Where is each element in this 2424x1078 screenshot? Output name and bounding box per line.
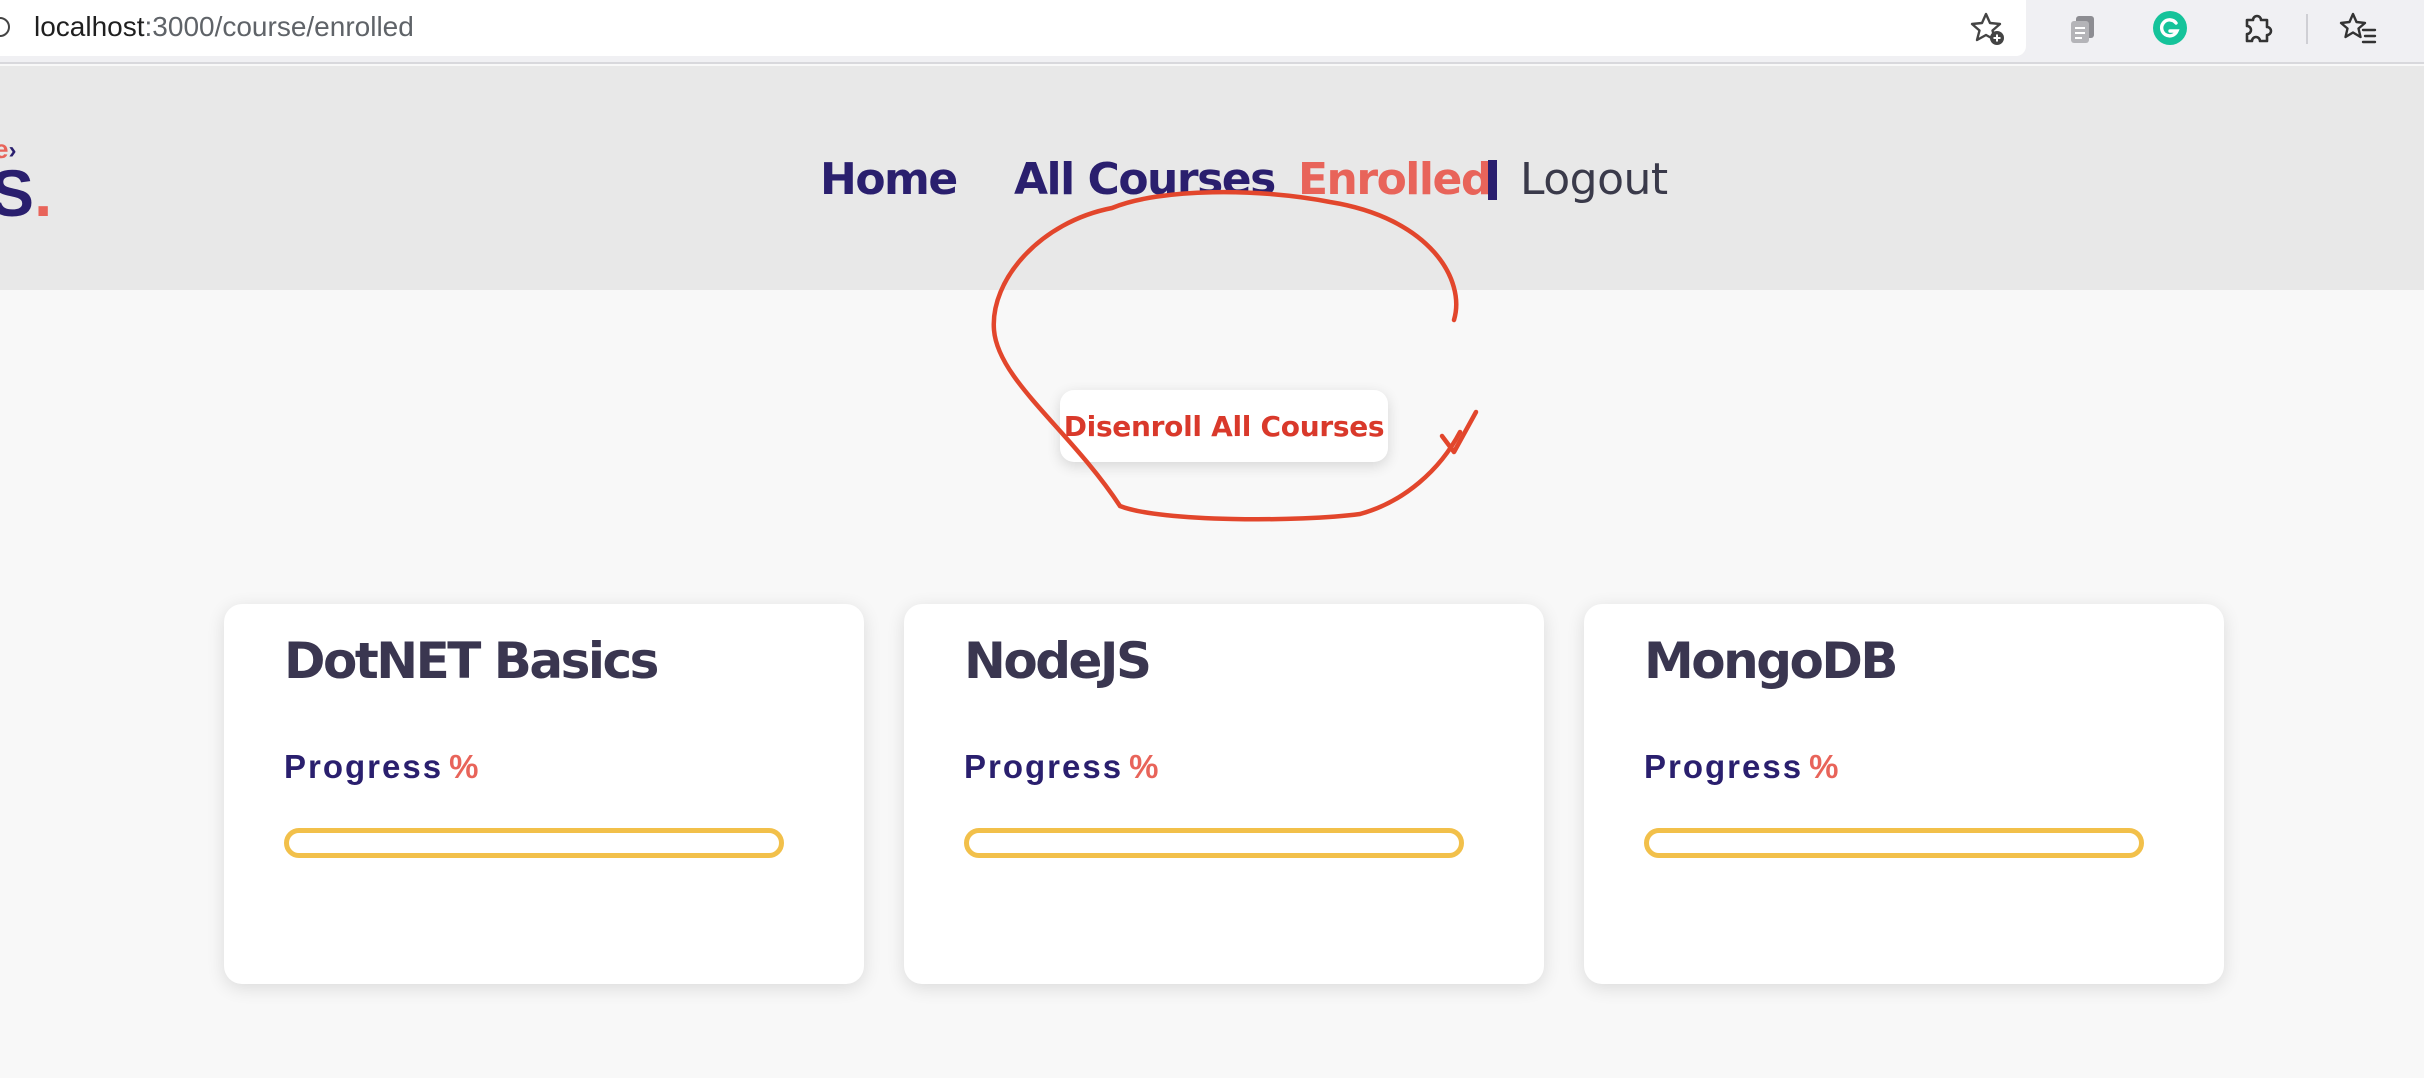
nav-all-courses[interactable]: All Courses	[1014, 150, 1276, 210]
site-logo[interactable]: e› S.	[0, 136, 53, 230]
nav-logout[interactable]: Logout	[1520, 150, 1668, 210]
browser-toolbar: localhost:3000/course/enrolled	[0, 0, 2424, 64]
course-title: DotNET Basics	[284, 632, 659, 690]
puzzle-extensions-icon[interactable]	[2238, 8, 2278, 48]
course-title: MongoDB	[1644, 632, 1898, 690]
course-card[interactable]: NodeJS Progress%	[904, 604, 1544, 984]
logo-wordmark: S.	[0, 156, 53, 230]
progress-label: Progress%	[284, 748, 481, 785]
add-bookmark-icon[interactable]	[1968, 8, 2008, 48]
progress-bar	[1644, 828, 2144, 858]
nav-divider	[1488, 160, 1497, 200]
site-info-icon[interactable]	[0, 17, 10, 37]
extension-icon[interactable]	[2064, 8, 2104, 48]
url-text[interactable]: localhost:3000/course/enrolled	[34, 8, 414, 46]
nav-enrolled[interactable]: Enrolled	[1298, 150, 1492, 210]
toolbar-separator	[2306, 14, 2308, 44]
site-header: e› S. Home All Courses Enrolled Logout	[0, 66, 2424, 290]
favorites-icon[interactable]	[2338, 8, 2378, 48]
progress-label: Progress%	[1644, 748, 1841, 785]
course-card[interactable]: MongoDB Progress%	[1584, 604, 2224, 984]
grammarly-icon[interactable]	[2150, 8, 2190, 48]
nav-home[interactable]: Home	[820, 150, 958, 210]
progress-bar	[964, 828, 1464, 858]
disenroll-all-button[interactable]: Disenroll All Courses	[1060, 390, 1388, 462]
progress-label: Progress%	[964, 748, 1161, 785]
course-title: NodeJS	[964, 632, 1152, 690]
progress-bar	[284, 828, 784, 858]
address-bar[interactable]: localhost:3000/course/enrolled	[0, 0, 2026, 56]
course-card[interactable]: DotNET Basics Progress%	[224, 604, 864, 984]
